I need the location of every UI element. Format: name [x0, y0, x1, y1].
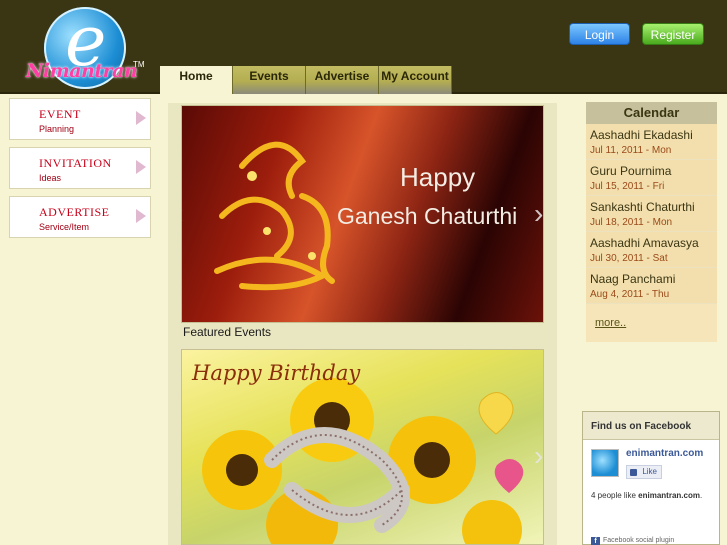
ganesh-chaturthi-banner[interactable]: Happy Ganesh Chaturthi ‹ ›	[181, 105, 544, 323]
calendar-event-date: Jul 18, 2011 - Mon	[590, 217, 673, 228]
calendar-event-name: Aashadhi Ekadashi	[590, 128, 693, 142]
sidebar-item-invitation[interactable]: INVITATION Ideas	[9, 147, 151, 189]
banner-ganesh-text: Ganesh Chaturthi	[337, 203, 517, 229]
calendar-event-name: Guru Pournima	[590, 164, 672, 178]
sidebar-item-event[interactable]: EVENT Planning	[9, 98, 151, 140]
tab-advertise[interactable]: Advertise	[306, 66, 379, 94]
chevron-right-icon[interactable]: ›	[534, 442, 543, 470]
featured-events-label: Featured Events	[183, 325, 272, 339]
chevron-left-icon[interactable]: ‹	[182, 442, 183, 470]
sidebar-item-subtitle: Service/Item	[39, 222, 90, 232]
facebook-widget: Find us on Facebook enimantran.com Like …	[582, 411, 720, 545]
logo-text: Nimantran	[26, 60, 138, 82]
chevron-right-icon[interactable]: ›	[534, 200, 543, 228]
facebook-like-count: 4 people like enimantran.com.	[591, 491, 702, 500]
calendar-widget: Calendar Aashadhi Ekadashi Jul 11, 2011 …	[586, 102, 717, 342]
ganesh-illustration: Happy Ganesh Chaturthi	[214, 141, 517, 291]
calendar-event-date: Jul 15, 2011 - Fri	[590, 181, 665, 192]
calendar-event[interactable]: Aashadhi Amavasya Jul 30, 2011 - Sat	[586, 232, 717, 268]
calendar-event-date: Jul 11, 2011 - Mon	[590, 145, 672, 156]
chevron-right-icon	[136, 160, 146, 174]
like-count-site[interactable]: enimantran.com	[638, 491, 700, 500]
tab-home[interactable]: Home	[160, 66, 233, 94]
calendar-event[interactable]: Sankashti Chaturthi Jul 18, 2011 - Mon	[586, 196, 717, 232]
birthday-illustration: Happy Birthday	[191, 361, 524, 544]
sidebar-item-title: EVENT	[39, 107, 81, 121]
chevron-right-icon	[136, 209, 146, 223]
sidebar-item-title: INVITATION	[39, 156, 112, 170]
tab-events[interactable]: Events	[233, 66, 306, 94]
sidebar-item-subtitle: Planning	[39, 124, 75, 134]
calendar-event-date: Aug 4, 2011 - Thu	[590, 289, 670, 300]
calendar-event-name: Aashadhi Amavasya	[590, 236, 699, 250]
calendar-event[interactable]: Guru Pournima Jul 15, 2011 - Fri	[586, 160, 717, 196]
sidebar-item-title: ADVERTISE	[39, 205, 110, 219]
calendar-more-link[interactable]: more..	[595, 317, 626, 329]
calendar-event-name: Sankashti Chaturthi	[590, 200, 695, 214]
chevron-left-icon[interactable]: ‹	[182, 200, 183, 228]
like-count-prefix: 4 people like	[591, 491, 639, 500]
main-nav: Home Events Advertise My Account	[160, 66, 452, 94]
calendar-event[interactable]: Naag Panchami Aug 4, 2011 - Thu	[586, 268, 717, 304]
calendar-event-date: Jul 30, 2011 - Sat	[590, 253, 668, 264]
sidebar-item-subtitle: Ideas	[39, 173, 62, 183]
calendar-event[interactable]: Aashadhi Ekadashi Jul 11, 2011 - Mon	[586, 124, 717, 160]
facebook-icon: f	[591, 537, 600, 545]
calendar-title: Calendar	[586, 102, 717, 124]
like-count-suffix: .	[699, 491, 703, 500]
facebook-like-button[interactable]: Like	[626, 465, 662, 479]
register-button[interactable]: Register	[642, 23, 704, 45]
left-sidebar: EVENT Planning INVITATION Ideas ADVERTIS…	[0, 96, 160, 545]
calendar-event-name: Naag Panchami	[590, 272, 676, 286]
facebook-heading: Find us on Facebook	[583, 412, 719, 440]
login-button[interactable]: Login	[569, 23, 630, 45]
site-header: e Nimantran TM Login Register Home Event…	[0, 0, 727, 94]
facebook-site-link[interactable]: enimantran.com	[626, 448, 703, 459]
banner-birthday-text: Happy Birthday	[191, 361, 361, 385]
sidebar-item-advertise[interactable]: ADVERTISE Service/Item	[9, 196, 151, 238]
tab-my-account[interactable]: My Account	[379, 66, 452, 94]
featured-slider-area: Happy Ganesh Chaturthi ‹ › Featured Even…	[168, 103, 557, 545]
site-logo[interactable]: e Nimantran TM	[22, 4, 145, 92]
logo-trademark: TM	[133, 60, 145, 69]
facebook-page-avatar[interactable]	[591, 449, 619, 477]
chevron-right-icon	[136, 111, 146, 125]
happy-birthday-banner[interactable]: Happy Birthday ‹ ›	[181, 349, 544, 545]
facebook-plugin-label: Facebook social plugin	[603, 537, 675, 544]
banner-happy-text: Happy	[400, 162, 475, 192]
